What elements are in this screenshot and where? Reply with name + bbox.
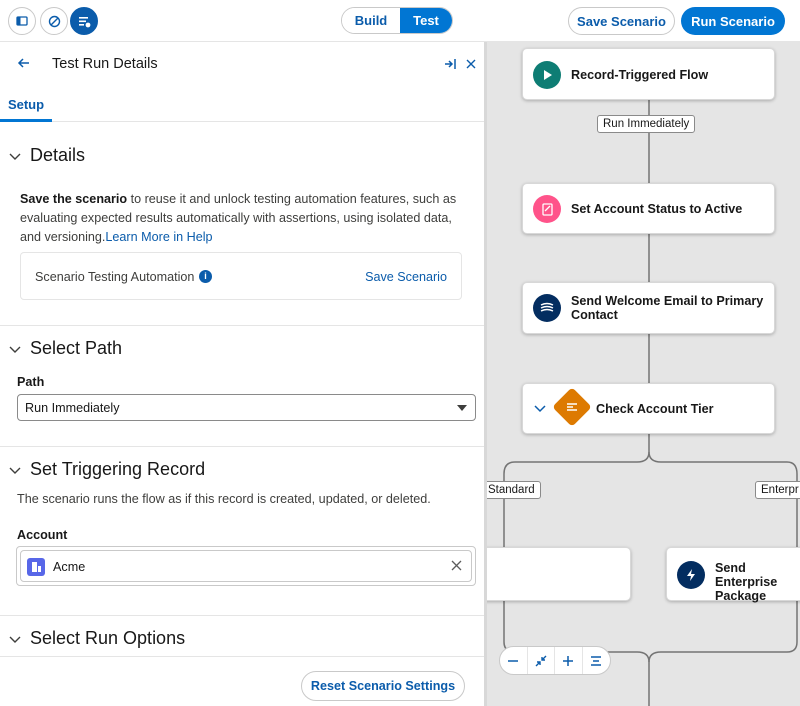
email-node[interactable]: Send Welcome Email to Primary Contact — [522, 282, 775, 334]
card-save-scenario-link[interactable]: Save Scenario — [365, 270, 447, 284]
section-triggering-record-title: Set Triggering Record — [30, 459, 206, 479]
test-list-button[interactable] — [70, 7, 98, 35]
tab-setup[interactable]: Setup — [0, 88, 52, 122]
section-details[interactable]: Details — [8, 145, 85, 166]
enterprise-node[interactable]: Send Enterprise Package — [666, 547, 800, 603]
update-node[interactable]: Set Account Status to Active — [522, 183, 775, 234]
update-node-title: Set Account Status to Active — [571, 202, 743, 216]
collapse-panel-button[interactable] — [443, 57, 457, 76]
section-select-path-title: Select Path — [30, 338, 123, 358]
disable-button[interactable] — [40, 7, 68, 35]
remove-account-button[interactable] — [451, 558, 462, 574]
branch-enterprise-pill[interactable]: Enterpr — [755, 481, 800, 499]
automation-label: Scenario Testing Automation — [35, 270, 195, 284]
run-scenario-button[interactable]: Run Scenario — [681, 7, 785, 35]
disable-icon — [48, 15, 60, 27]
panel-toggle-button[interactable] — [8, 7, 36, 35]
section-select-path[interactable]: Select Path — [8, 338, 122, 359]
details-description: Save the scenario to reuse it and unlock… — [20, 190, 460, 247]
play-icon — [533, 61, 561, 89]
chevron-down-icon — [534, 405, 546, 413]
arrow-left-icon — [17, 58, 29, 68]
minus-icon — [508, 659, 519, 662]
trigger-description: The scenario runs the flow as if this re… — [17, 492, 431, 506]
standard-branch-node[interactable] — [487, 547, 631, 601]
panel-toggle-icon — [16, 16, 28, 26]
learn-more-link[interactable]: Learn More in Help — [105, 230, 212, 244]
panel-tabs: Setup — [0, 88, 484, 122]
mode-toggle: Build Test — [341, 7, 453, 34]
automation-card: Scenario Testing Automation i Save Scena… — [20, 252, 462, 300]
fit-view-button[interactable] — [528, 647, 555, 674]
close-panel-button[interactable] — [465, 57, 477, 76]
email-alert-icon — [533, 294, 561, 322]
section-triggering-record[interactable]: Set Triggering Record — [8, 459, 205, 480]
divider — [0, 325, 484, 326]
account-lookup: Acme — [16, 546, 476, 586]
enterprise-node-title: Send Enterprise Package — [715, 561, 778, 603]
section-details-title: Details — [30, 145, 86, 165]
path-label: Path — [17, 375, 45, 389]
decision-node-title: Check Account Tier — [596, 402, 714, 416]
section-run-options-title: Select Run Options — [30, 628, 186, 648]
decision-node[interactable]: Check Account Tier — [522, 383, 775, 434]
divider — [0, 615, 484, 616]
build-tab[interactable]: Build — [342, 8, 400, 33]
zoom-controls — [499, 646, 611, 675]
branch-standard-pill[interactable]: Standard — [487, 481, 541, 499]
divider — [0, 446, 484, 447]
zoom-in-button[interactable] — [555, 647, 583, 674]
flow-canvas[interactable]: Record-Triggered Flow Run Immediately Se… — [487, 42, 800, 706]
panel-title: Test Run Details — [52, 56, 158, 72]
section-run-options[interactable]: Select Run Options — [8, 628, 185, 649]
test-run-details-panel: Test Run Details Setup Details Save the … — [0, 42, 487, 706]
caret-down-icon — [457, 405, 467, 411]
chevron-down-icon — [9, 636, 21, 643]
connector-lines — [503, 100, 798, 706]
start-node[interactable]: Record-Triggered Flow — [522, 48, 775, 100]
align-center-icon — [591, 655, 602, 666]
contract-icon — [535, 655, 547, 666]
plus-icon — [563, 655, 574, 666]
decision-glyph — [567, 403, 577, 411]
save-scenario-button[interactable]: Save Scenario — [568, 7, 675, 35]
account-label: Account — [17, 528, 68, 542]
auto-layout-button[interactable] — [583, 647, 610, 674]
chevron-down-icon — [9, 346, 21, 353]
top-toolbar: Build Test Save Scenario Run Scenario — [0, 0, 800, 42]
close-icon — [466, 59, 476, 69]
account-icon — [27, 558, 45, 576]
start-node-title: Record-Triggered Flow — [571, 68, 709, 82]
account-value: Acme — [53, 560, 86, 574]
info-icon[interactable]: i — [199, 270, 212, 283]
details-bold-text: Save the scenario — [20, 192, 128, 206]
panel-header: Test Run Details — [0, 42, 484, 86]
chevron-down-icon — [9, 467, 21, 474]
back-button[interactable] — [17, 56, 31, 75]
test-list-icon — [78, 16, 90, 27]
zoom-out-button[interactable] — [500, 647, 528, 674]
path-select-value: Run Immediately — [25, 401, 120, 415]
email-node-title: Send Welcome Email to Primary Contact — [571, 294, 764, 322]
close-icon — [451, 560, 462, 571]
chevron-down-icon — [9, 153, 21, 160]
account-pill[interactable]: Acme — [20, 550, 472, 582]
path-pill[interactable]: Run Immediately — [597, 115, 696, 133]
collapse-right-icon — [445, 59, 456, 69]
clipboard-icon — [533, 195, 561, 223]
lightning-icon — [677, 561, 705, 589]
path-select[interactable]: Run Immediately — [17, 394, 476, 421]
reset-scenario-settings-button[interactable]: Reset Scenario Settings — [301, 671, 465, 701]
test-tab[interactable]: Test — [400, 8, 452, 33]
